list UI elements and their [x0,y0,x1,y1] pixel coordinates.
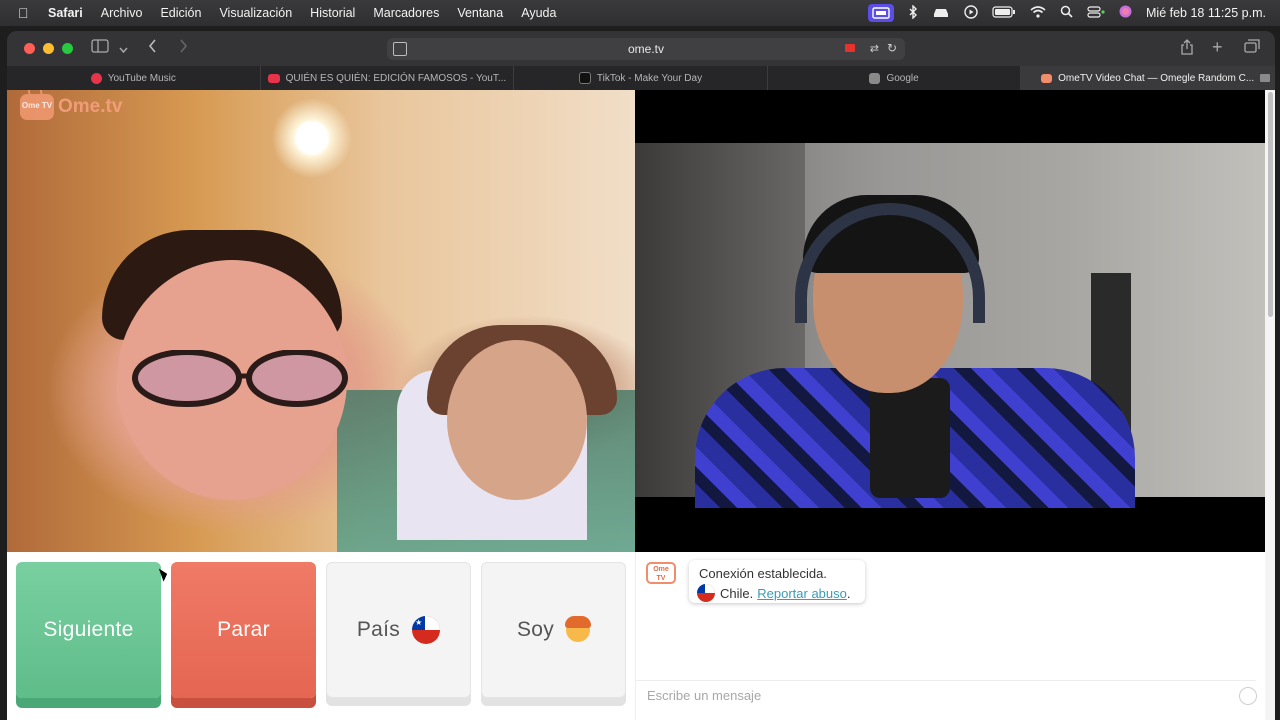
menu-ventana[interactable]: Ventana [457,6,503,20]
menu-ayuda[interactable]: Ayuda [521,6,556,20]
logo-text: Ome.tv [58,96,123,117]
report-abuse-link[interactable]: Reportar abuso [757,586,847,601]
video-scene [447,340,587,500]
share-icon[interactable] [1180,39,1194,58]
menu-visualizacion[interactable]: Visualización [219,6,292,20]
browser-window: ome.tv ⇄ ↻ + YouTube Music QUIÉN ES QUIÉ… [7,31,1275,720]
tab-overview-icon[interactable] [1244,39,1260,56]
tab-label: Google [886,72,919,84]
tab-label: TikTok - Make Your Day [596,72,703,84]
ometv-page: Ome TV Ome.tv Siguiente Parar País ★ Soy… [7,90,1265,720]
sidebar-toggle-icon[interactable] [91,39,109,56]
video-scene [870,378,950,498]
report-suffix: . [846,585,851,601]
reload-icon[interactable]: ↻ [887,41,897,55]
chat-panel: Ome TV Conexión establecida. Chile. Repo… [635,552,1265,720]
gender-label: Soy [516,618,555,641]
youtube-music-icon [90,72,102,84]
clock-datetime[interactable]: Mié feb 18 11:25 p.m. [1146,6,1266,20]
tab-ometv[interactable]: OmeTV Video Chat — Omegle Random C... [1021,66,1275,90]
emoji-icon[interactable] [1239,687,1257,705]
tab-label: OmeTV Video Chat — Omegle Random C... [1058,72,1255,84]
next-button[interactable]: Siguiente [16,562,161,698]
camera-in-use-icon[interactable] [845,44,855,52]
menu-archivo[interactable]: Archivo [101,6,143,20]
bluetooth-icon[interactable] [908,3,918,22]
search-icon[interactable] [1060,5,1073,21]
tab-youtube-music[interactable]: YouTube Music [7,66,261,90]
zoom-window-icon[interactable] [62,43,73,54]
tab-google[interactable]: Google [768,66,1022,90]
control-panel: Siguiente Parar País ★ Soy [7,552,635,720]
tab-youtube-video[interactable]: QUIÉN ES QUIÉN: EDICIÓN FAMOSOS - YouT..… [261,66,515,90]
apple-icon[interactable]:  [18,5,34,21]
tv-icon: Ome TV [20,94,54,120]
page-scrollbar[interactable] [1265,90,1275,720]
message-placeholder: Escribe un mensaje [647,688,762,703]
chile-flag-icon [697,584,715,602]
control-center-icon[interactable] [1087,5,1105,21]
country-filter-button[interactable]: País ★ [326,562,471,698]
glasses-shape [132,350,348,407]
new-tab-icon[interactable]: + [1212,37,1223,58]
browser-toolbar: ome.tv ⇄ ↻ + [7,31,1275,66]
system-message: Conexión establecida. Chile. Reportar ab… [689,560,865,603]
siri-icon[interactable] [1119,5,1132,21]
tab-tiktok[interactable]: TikTok - Make Your Day [514,66,768,90]
menu-bar:  Safari Archivo Edición Visualización H… [0,0,1280,26]
ometv-chat-icon: Ome TV [646,562,676,584]
video-scene [635,143,1265,508]
tab-bar: YouTube Music QUIÉN ES QUIÉN: EDICIÓN FA… [7,66,1275,90]
tab-label: YouTube Music [107,72,176,84]
connection-status: Conexión establecida. [699,566,827,581]
message-input[interactable]: Escribe un mensaje [636,680,1257,710]
stop-label: Parar [217,618,270,641]
scrollbar-thumb[interactable] [1268,92,1273,317]
url-text[interactable]: ome.tv [628,42,664,56]
remote-video [635,90,1265,552]
ometv-icon [1041,73,1053,83]
close-window-icon[interactable] [24,43,35,54]
chile-flag-icon: ★ [412,616,441,644]
google-icon [869,72,881,84]
page-settings-icon[interactable] [393,42,407,56]
menu-marcadores[interactable]: Marcadores [373,6,439,20]
chevron-down-icon[interactable] [119,41,128,57]
wifi-icon[interactable] [1030,5,1046,21]
translate-icon[interactable]: ⇄ [870,42,879,55]
boy-emoji-icon [565,616,592,642]
next-label: Siguiente [43,618,134,641]
tab-label: QUIÉN ES QUIÉN: EDICIÓN FAMOSOS - YouT..… [285,72,507,84]
stop-button[interactable]: Parar [171,562,316,698]
menu-historial[interactable]: Historial [310,6,355,20]
battery-icon[interactable] [992,5,1016,21]
minimize-window-icon[interactable] [43,43,54,54]
partner-country: Chile. [720,585,754,601]
forward-icon[interactable] [179,39,188,56]
camera-icon [1259,74,1270,82]
car-icon[interactable] [932,6,950,21]
gender-filter-button[interactable]: Soy [481,562,626,698]
play-circle-icon[interactable] [964,4,978,22]
screen-mirroring-icon[interactable] [868,4,895,22]
address-bar[interactable]: ome.tv ⇄ ↻ [387,38,905,60]
menu-edicion[interactable]: Edición [160,6,201,20]
menu-app-safari[interactable]: Safari [48,6,83,20]
youtube-icon [267,73,280,83]
local-video: Ome TV Ome.tv [7,90,635,552]
country-label: País [356,618,401,641]
ometv-logo[interactable]: Ome TV Ome.tv [20,94,122,120]
back-icon[interactable] [148,39,157,56]
tiktok-icon [578,72,591,84]
